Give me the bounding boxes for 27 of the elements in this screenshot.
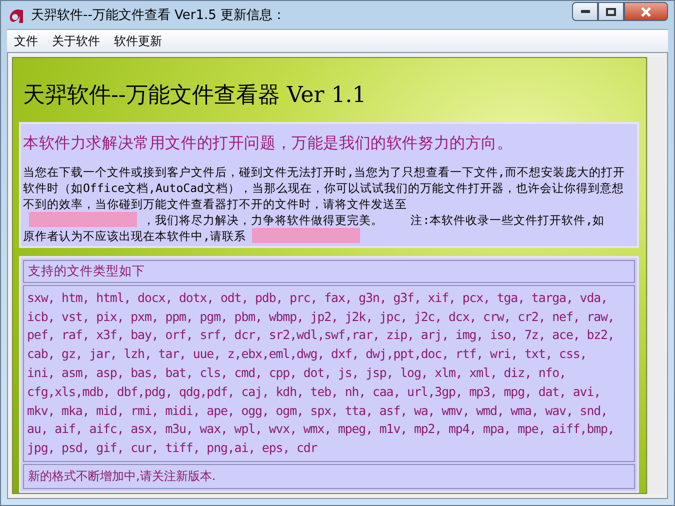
formats-line: pef, raf, x3f, bay, orf, srf, dcr, sr2,wdl,swf,rar, zip, arj, img, iso, 7z, ace, bz2, [27, 326, 616, 344]
formats-line: icb, vst, pix, pxm, ppm, pgm, pbm, wbmp, jp2, j2k, jpc, j2c, dcx, crw, cr2, nef, raw, [27, 308, 616, 326]
formats-line: sxw, htm, html, docx, dotx, odt, pdb, prc, fax, g3n, g3f, xif, pcx, tga, targa, vda, [27, 288, 608, 307]
close-icon [641, 6, 651, 16]
formats-header: 支持的文件类型如下 [23, 260, 635, 283]
close-button[interactable] [624, 2, 668, 21]
menu-item[interactable]: 文件 [7, 32, 45, 50]
formats-footer: 新的格式不断增加中,请关注新版本. [23, 464, 635, 489]
minimize-button[interactable] [572, 2, 598, 21]
maximize-button[interactable] [598, 2, 624, 21]
formats-line: cab, gz, jar, lzh, tar, uue, z,ebx,eml,dwg, dxf, dwj,ppt,doc, rtf, wri, txt, css, [27, 345, 588, 364]
formats-line: ini, asm, asp, bas, bat, cls, cmd, cpp, dot, js, jsp, log, xlm, xml, diz, nfo, [27, 364, 567, 382]
app-heading: 天羿软件--万能文件查看器 Ver 1.1 [23, 82, 368, 110]
formats-line: cfg,xls,mdb, dbf,pdg, qdg,pdf, caj, kdh, teb, nh, caa, url,3gp, mp3, mpg, dat, avi, [27, 382, 602, 401]
formats-line: mkv, mka, mid, rmi, midi, ape, ogg, ogm, spx, tta, asf, wa, wmv, wmd, wma, wav, snd, [27, 402, 608, 420]
minimize-icon [580, 10, 590, 13]
maximize-icon [606, 8, 616, 16]
intro-headline: 本软件力求解决常用文件的打开问题，万能是我们的软件努力的方向。 [23, 132, 514, 154]
menu-item[interactable]: 软件更新 [107, 32, 169, 50]
intro-text: 当您在下载一个文件或接到客户文件后，碰到文件无法打开时,当您为了只想查看一下文件,而不想安装庞大的打开软件时（如Office文档,AutoCad文档），当那么现在，你可以试试我们的万能文件打开器，也许会让你得到意想不到的效率，当你碰到万能文件查看器打不开的文件时，请将文件发送至 [23, 164, 626, 212]
intro-text: ，我们将尽力解决，力争将软件做得更完美。 注:本软件收录一些文件打开软件,如 [143, 212, 605, 228]
formats-line: au, aif, aifc, asx, m3u, wax, wpl, wvx, wmx, mpeg, m1v, mp2, mp4, mpa, mpe, aiff,bmp, [27, 420, 616, 438]
intro-text: 原作者认为不应该出现在本软件中,请联系 [23, 228, 246, 244]
scrollbar[interactable] [647, 57, 665, 494]
formats-line: jpg, psd, gif, cur, tiff, png,ai, eps, cdr [27, 439, 318, 458]
window-title: 天羿软件--万能文件查看 Ver1.5 更新信息： [31, 7, 287, 24]
menu-item[interactable]: 关于软件 [45, 32, 107, 50]
